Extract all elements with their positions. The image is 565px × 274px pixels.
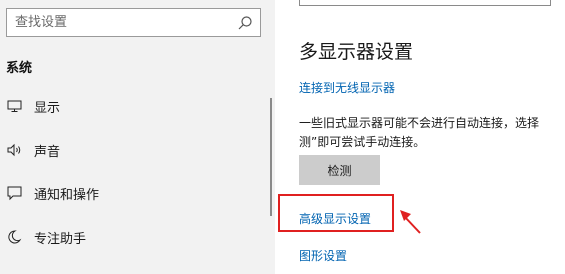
description-line-2: 测”即可尝试手动连接。: [299, 135, 426, 149]
sidebar-item-sound[interactable]: 声音: [0, 132, 275, 168]
sidebar-item-notifications[interactable]: 通知和操作: [0, 175, 275, 211]
sidebar-item-label: 声音: [34, 145, 61, 160]
search-input[interactable]: [15, 9, 225, 36]
sidebar: 系统 显示 声音 通知和操作: [0, 0, 275, 274]
red-arrow-annotation: [400, 210, 421, 234]
section-title-system: 系统: [6, 61, 33, 76]
sidebar-item-focus-assist[interactable]: 专注助手: [0, 219, 275, 255]
description-line-1: 一些旧式显示器可能不会进行自动连接，选择: [299, 116, 540, 130]
search-icon[interactable]: [237, 15, 253, 31]
graphics-settings-link[interactable]: 图形设置: [299, 247, 347, 264]
sidebar-scrollbar[interactable]: [270, 98, 272, 216]
speaker-icon: [7, 143, 21, 157]
main-panel: 多显示器设置 连接到无线显示器 一些旧式显示器可能不会进行自动连接，选择 测”即…: [275, 0, 565, 274]
moon-icon: [8, 230, 22, 244]
connect-wireless-display-link[interactable]: 连接到无线显示器: [299, 79, 395, 96]
monitor-icon: [7, 100, 22, 112]
sidebar-item-label: 通知和操作: [34, 188, 100, 203]
sidebar-item-display[interactable]: 显示: [0, 88, 275, 124]
multi-display-description: 一些旧式显示器可能不会进行自动连接，选择 测”即可尝试手动连接。: [299, 114, 565, 152]
sidebar-item-label: 显示: [34, 101, 61, 116]
settings-window: 系统 显示 声音 通知和操作: [0, 0, 565, 274]
sidebar-item-label: 专注助手: [34, 232, 87, 247]
detect-button[interactable]: 检测: [299, 155, 380, 185]
advanced-display-settings-link[interactable]: 高级显示设置: [299, 210, 371, 227]
display-preview-frame: [299, 0, 551, 6]
notification-icon: [7, 186, 22, 201]
search-box[interactable]: [6, 8, 261, 37]
multi-display-heading: 多显示器设置: [299, 41, 414, 63]
